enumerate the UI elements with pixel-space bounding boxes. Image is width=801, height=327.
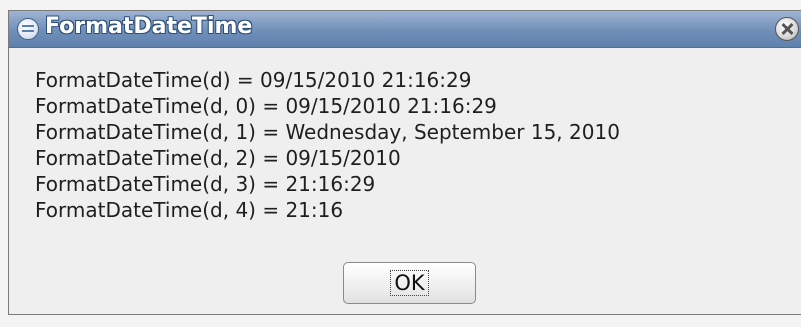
close-icon[interactable]: [775, 17, 799, 41]
message-line-5: FormatDateTime(d, 3) = 21:16:29: [35, 172, 376, 196]
message-dialog: FormatDateTime FormatDateTime(d) = 09/15…: [8, 10, 801, 315]
message-line-3: FormatDateTime(d, 1) = Wednesday, Septem…: [35, 120, 620, 144]
ok-button[interactable]: OK: [343, 262, 476, 304]
message-line-1: FormatDateTime(d) = 09/15/2010 21:16:29: [35, 68, 472, 92]
message-line-4: FormatDateTime(d, 2) = 09/15/2010: [35, 146, 401, 170]
message-text: FormatDateTime(d) = 09/15/2010 21:16:29 …: [35, 67, 620, 223]
dialog-title: FormatDateTime: [45, 14, 253, 39]
dialog-titlebar[interactable]: FormatDateTime: [9, 11, 801, 48]
message-line-6: FormatDateTime(d, 4) = 21:16: [35, 198, 344, 222]
message-line-2: FormatDateTime(d, 0) = 09/15/2010 21:16:…: [35, 94, 497, 118]
app-icon: [17, 18, 39, 40]
ok-button-label: OK: [390, 270, 429, 296]
